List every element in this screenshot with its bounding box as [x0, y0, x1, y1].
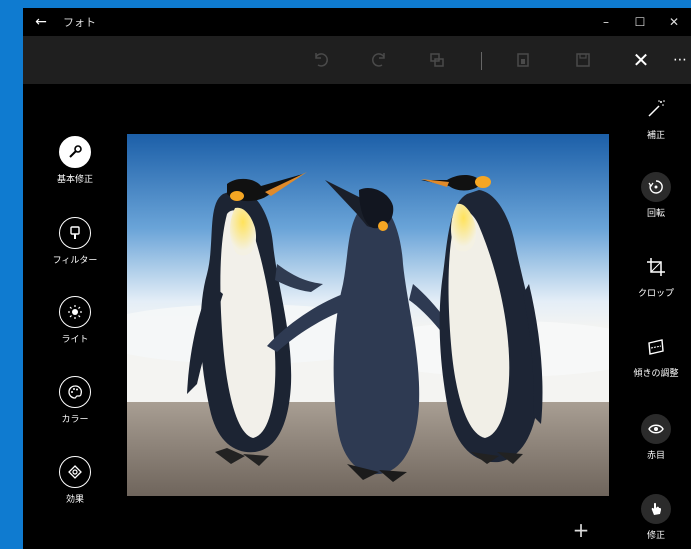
filter-icon	[70, 226, 80, 239]
tool-label: カラー	[61, 415, 89, 425]
toolbar-separator	[481, 52, 482, 70]
tool-label: 傾きの調整	[633, 369, 679, 379]
tool-icon-circle	[59, 217, 91, 249]
tool-spot-fix[interactable]: 修正	[621, 494, 691, 541]
close-window-button[interactable]: ✕	[657, 8, 691, 36]
tool-enhance[interactable]: 補正	[621, 94, 691, 141]
tool-label: フィルター	[52, 256, 98, 266]
tool-label: 修正	[646, 531, 665, 541]
penguins-photo	[127, 134, 609, 496]
tool-icon	[641, 332, 671, 362]
palette-icon	[68, 385, 82, 399]
tool-label: 回転	[646, 209, 665, 219]
redo-button[interactable]	[359, 36, 399, 84]
magic-wand-icon	[648, 100, 665, 117]
tool-icon-circle	[59, 296, 91, 328]
tool-crop[interactable]: クロップ	[621, 252, 691, 299]
tool-light[interactable]: ライト	[27, 296, 123, 345]
tool-label: ライト	[61, 335, 89, 345]
tool-label: クロップ	[637, 289, 674, 299]
more-options-button[interactable]: ⋯	[669, 36, 691, 84]
tool-label: 赤目	[646, 451, 665, 461]
tool-straighten[interactable]: 傾きの調整	[621, 332, 691, 379]
title-bar: ← フォト – ☐ ✕	[23, 8, 691, 36]
tool-label: 補正	[646, 131, 665, 141]
tool-basic-fix[interactable]: 基本修正	[27, 136, 123, 185]
wrench-icon	[69, 145, 82, 158]
tool-red-eye[interactable]: 赤目	[621, 414, 691, 461]
tool-label: 効果	[65, 495, 84, 505]
tool-rotate[interactable]: 回転	[621, 172, 691, 219]
photos-app-window: ← フォト – ☐ ✕ ✕ ⋯ 基本修正 フィルター ライト カラー 効果 補正…	[23, 8, 691, 549]
straighten-icon	[648, 339, 664, 355]
enhance-tools-panel: 基本修正 フィルター ライト カラー 効果	[23, 84, 129, 549]
tool-effects[interactable]: 効果	[27, 456, 123, 505]
maximize-button[interactable]: ☐	[623, 8, 657, 36]
tool-icon	[641, 494, 671, 524]
window-controls: – ☐ ✕	[589, 8, 691, 36]
tool-color[interactable]: カラー	[27, 376, 123, 425]
save-copy-icon	[517, 53, 529, 67]
compare-icon	[430, 53, 444, 67]
close-edit-button[interactable]: ✕	[621, 36, 661, 84]
tool-icon	[641, 414, 671, 444]
undo-icon	[315, 53, 328, 67]
edit-tools-panel: 補正 回転 クロップ 傾きの調整 赤目 修正	[621, 84, 691, 549]
back-button[interactable]: ←	[23, 14, 59, 30]
minimize-button[interactable]: –	[589, 8, 623, 36]
save-button[interactable]	[563, 36, 603, 84]
tool-icon-circle	[59, 376, 91, 408]
tool-icon-circle	[59, 136, 91, 168]
crop-icon	[647, 258, 665, 276]
redo-icon	[372, 53, 385, 67]
save-icon	[576, 53, 590, 67]
light-icon	[68, 305, 82, 319]
rotate-icon	[648, 180, 663, 194]
undo-button[interactable]	[301, 36, 341, 84]
photo-canvas[interactable]	[127, 134, 609, 496]
compare-button[interactable]	[417, 36, 457, 84]
tool-icon	[641, 94, 671, 124]
tool-label: 基本修正	[56, 175, 93, 185]
tool-icon	[641, 252, 671, 282]
edit-toolbar: ✕ ⋯	[23, 36, 691, 84]
tool-icon	[641, 172, 671, 202]
save-copy-button[interactable]	[503, 36, 543, 84]
add-button[interactable]: +	[571, 518, 591, 542]
app-title: フォト	[63, 16, 96, 29]
spot-fix-icon	[651, 502, 661, 515]
eye-icon	[648, 424, 664, 434]
tool-filter[interactable]: フィルター	[27, 217, 123, 266]
effects-icon	[68, 465, 82, 479]
tool-icon-circle	[59, 456, 91, 488]
